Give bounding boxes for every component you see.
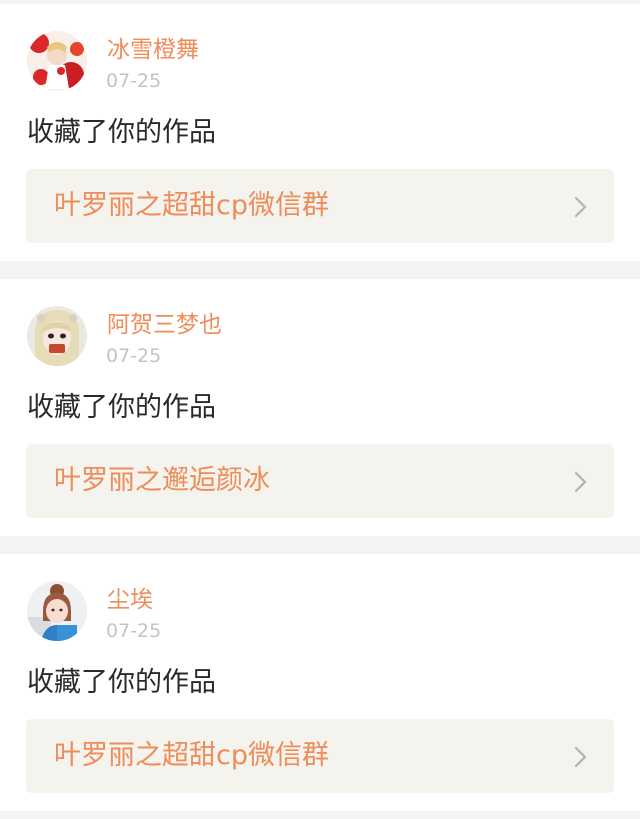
chevron-right-icon [574,471,587,493]
avatar-doll-face-icon [27,306,87,366]
username[interactable]: 尘埃 [107,585,153,615]
username[interactable]: 阿贺三梦也 [107,310,222,340]
avatar[interactable] [27,31,87,91]
action-text: 收藏了你的作品 [27,117,216,148]
work-title: 叶罗丽之超甜cp微信群 [54,740,329,771]
work-link[interactable]: 叶罗丽之超甜cp微信群 [26,169,614,243]
work-title: 叶罗丽之邂逅颜冰 [54,465,270,496]
avatar-girl-blue-icon [27,581,87,641]
work-link[interactable]: 叶罗丽之超甜cp微信群 [26,719,614,793]
divider [0,812,640,819]
username[interactable]: 冰雪橙舞 [107,35,199,65]
avatar[interactable] [27,581,87,641]
timestamp: 07-25 [106,345,162,367]
action-text: 收藏了你的作品 [27,667,216,698]
notification-card: 阿贺三梦也 07-25 收藏了你的作品 叶罗丽之邂逅颜冰 [0,279,640,536]
chevron-right-icon [574,196,587,218]
avatar[interactable] [27,306,87,366]
chevron-right-icon [574,746,587,768]
work-link[interactable]: 叶罗丽之邂逅颜冰 [26,444,614,518]
timestamp: 07-25 [106,620,162,642]
timestamp: 07-25 [106,70,162,92]
notification-card: 冰雪橙舞 07-25 收藏了你的作品 叶罗丽之超甜cp微信群 [0,4,640,261]
notification-feed: 冰雪橙舞 07-25 收藏了你的作品 叶罗丽之超甜cp微信群 阿贺三梦也 07-… [0,0,640,819]
avatar-red-flowers-icon [27,31,87,91]
work-title: 叶罗丽之超甜cp微信群 [54,190,329,221]
action-text: 收藏了你的作品 [27,392,216,423]
notification-card: 尘埃 07-25 收藏了你的作品 叶罗丽之超甜cp微信群 [0,554,640,811]
